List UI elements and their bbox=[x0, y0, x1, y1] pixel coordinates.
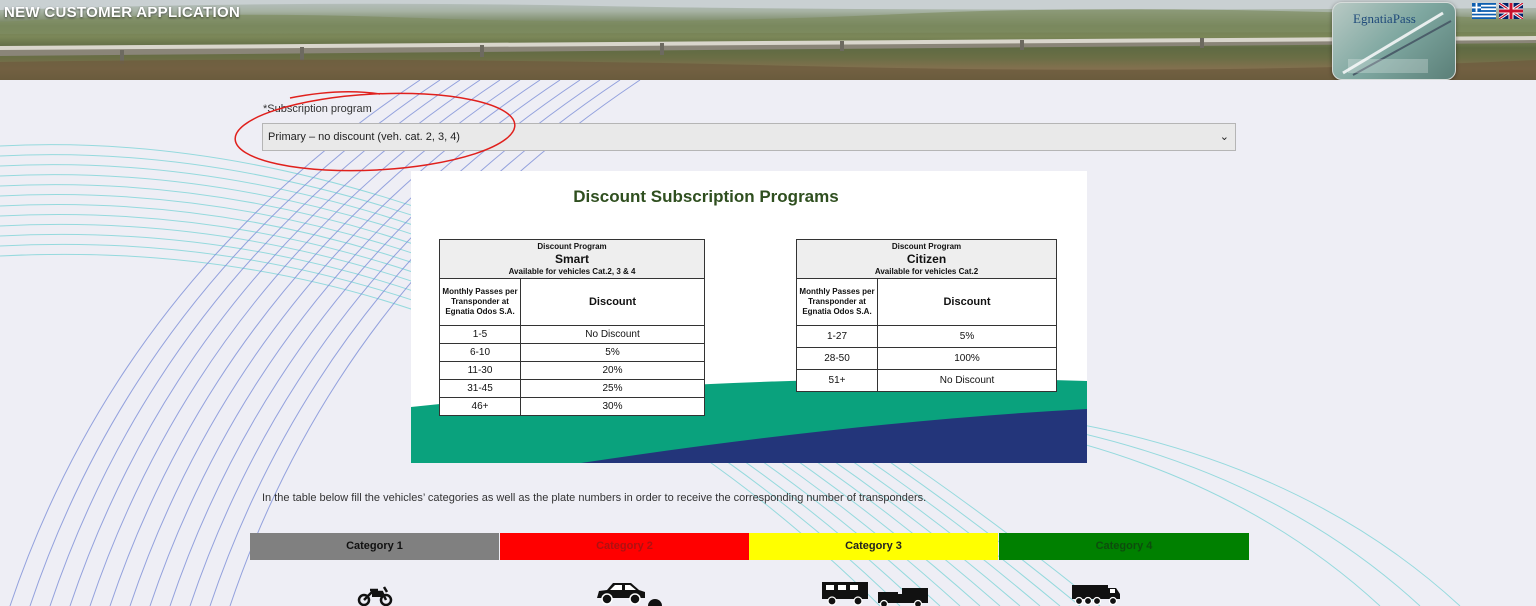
citizen-table-header: Discount Program Citizen Available for v… bbox=[796, 239, 1057, 279]
column-header: Discount bbox=[877, 278, 1057, 326]
discount-programs-image: Discount Subscription Programs Discount … bbox=[411, 171, 1087, 463]
column-header: Monthly Passes per Transponder at Egnati… bbox=[796, 278, 878, 326]
table-cell: 1-5 bbox=[439, 325, 521, 344]
table-cell: No Discount bbox=[520, 325, 705, 344]
chevron-down-icon: ⌄ bbox=[1219, 131, 1229, 143]
header-banner: New customer application EgnatiaPass bbox=[0, 0, 1536, 80]
table-cell: 5% bbox=[877, 325, 1057, 348]
table-cell: 28-50 bbox=[796, 347, 878, 370]
citizen-discount-table: Discount Program Citizen Available for v… bbox=[796, 239, 1057, 392]
table-cell: 46+ bbox=[439, 397, 521, 416]
column-header: Discount bbox=[520, 278, 705, 326]
category-3-tab[interactable]: Category 3 bbox=[749, 533, 998, 560]
table-row: 31-45 25% bbox=[439, 379, 705, 398]
table-cell: 30% bbox=[520, 397, 705, 416]
table-cell: 20% bbox=[520, 361, 705, 380]
heavy-truck-icon bbox=[1072, 585, 1120, 606]
table-cell: 6-10 bbox=[439, 343, 521, 362]
greek-flag-icon[interactable] bbox=[1472, 3, 1496, 19]
category-4-tab[interactable]: Category 4 bbox=[999, 533, 1249, 560]
table-cell: 100% bbox=[877, 347, 1057, 370]
egnatiapass-logo: EgnatiaPass bbox=[1332, 2, 1456, 80]
table-cell: 31-45 bbox=[439, 379, 521, 398]
table-cell: 5% bbox=[520, 343, 705, 362]
table-cell: 25% bbox=[520, 379, 705, 398]
category-2-tab[interactable]: Category 2 bbox=[500, 533, 749, 560]
car-icon bbox=[597, 583, 662, 606]
table-row: 51+ No Discount bbox=[796, 369, 1057, 392]
table-cell: 1-27 bbox=[796, 325, 878, 348]
category-1-tab[interactable]: Category 1 bbox=[250, 533, 499, 560]
table-cell: 11-30 bbox=[439, 361, 521, 380]
page-title: New customer application bbox=[4, 4, 241, 21]
smart-table-header: Discount Program Smart Available for veh… bbox=[439, 239, 705, 279]
table-row: 1-27 5% bbox=[796, 325, 1057, 348]
instruction-text: In the table below fill the vehicles’ ca… bbox=[262, 492, 927, 504]
table-cell: 51+ bbox=[796, 369, 878, 392]
subscription-select[interactable]: Primary – no discount (veh. cat. 2, 3, 4… bbox=[262, 123, 1236, 151]
table-row: 1-5 No Discount bbox=[439, 325, 705, 344]
logo-strip bbox=[1348, 59, 1428, 73]
column-header: Monthly Passes per Transponder at Egnati… bbox=[439, 278, 521, 326]
table-cell: No Discount bbox=[877, 369, 1057, 392]
discount-panel-title: Discount Subscription Programs bbox=[573, 187, 839, 206]
smart-discount-table: Discount Program Smart Available for veh… bbox=[439, 239, 705, 416]
table-row: 6-10 5% bbox=[439, 343, 705, 362]
truck-icon bbox=[822, 582, 928, 606]
english-flag-icon[interactable] bbox=[1499, 3, 1523, 19]
subscription-selected-value: Primary – no discount (veh. cat. 2, 3, 4… bbox=[268, 131, 460, 143]
table-row: 46+ 30% bbox=[439, 397, 705, 416]
table-row: 28-50 100% bbox=[796, 347, 1057, 370]
subscription-label: *Subscription program bbox=[263, 103, 372, 115]
table-row: 11-30 20% bbox=[439, 361, 705, 380]
motorcycle-icon bbox=[357, 586, 393, 606]
